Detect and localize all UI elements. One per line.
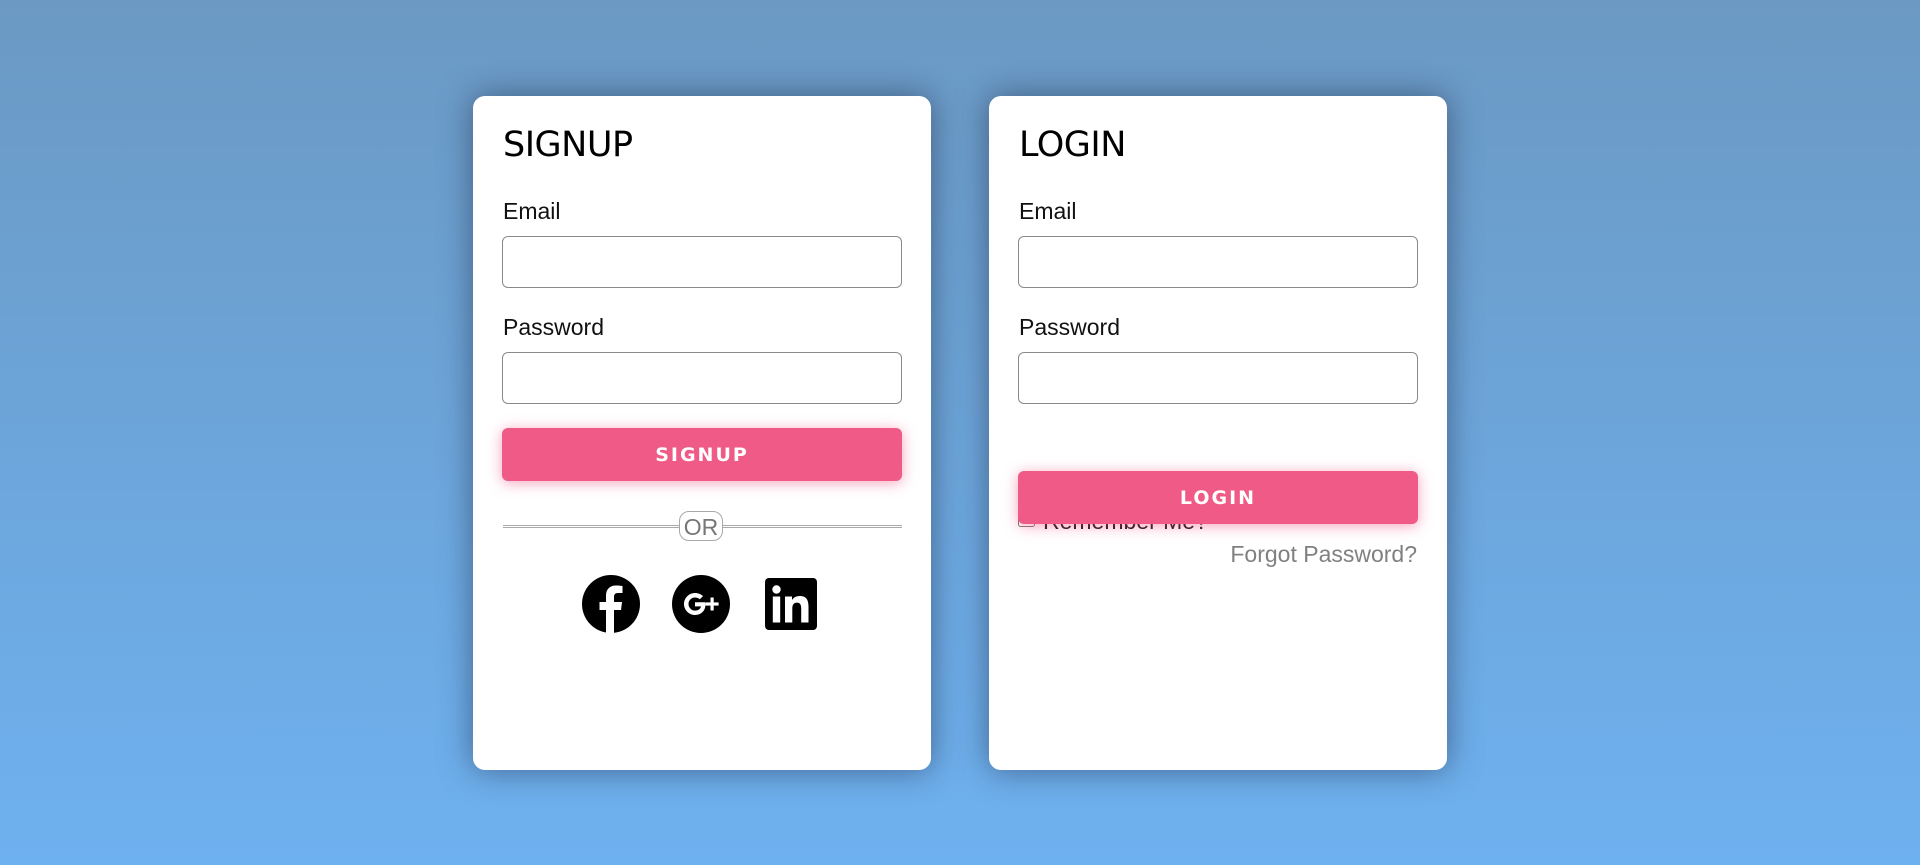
login-card: LOGIN Email Password Remember Me? LOGIN … — [989, 96, 1447, 770]
login-password-label: Password — [1019, 314, 1120, 340]
facebook-icon[interactable] — [581, 574, 641, 634]
forgot-password-link[interactable]: Forgot Password? — [1230, 541, 1417, 568]
login-title: LOGIN — [1019, 125, 1126, 165]
signup-card: SIGNUP Email Password SIGNUP OR — [473, 96, 931, 770]
login-email-input[interactable] — [1018, 236, 1418, 288]
login-button[interactable]: LOGIN — [1018, 471, 1418, 524]
signup-password-input[interactable] — [502, 352, 902, 404]
signup-button[interactable]: SIGNUP — [502, 428, 902, 481]
login-password-input[interactable] — [1018, 352, 1418, 404]
signup-email-input[interactable] — [502, 236, 902, 288]
signup-password-label: Password — [503, 314, 604, 340]
or-divider-badge: OR — [679, 511, 723, 541]
signup-title: SIGNUP — [503, 125, 633, 165]
login-email-label: Email — [1019, 198, 1077, 224]
google-plus-icon[interactable] — [671, 574, 731, 634]
linkedin-icon[interactable] — [761, 574, 821, 634]
social-login-row — [473, 574, 931, 634]
signup-email-label: Email — [503, 198, 561, 224]
